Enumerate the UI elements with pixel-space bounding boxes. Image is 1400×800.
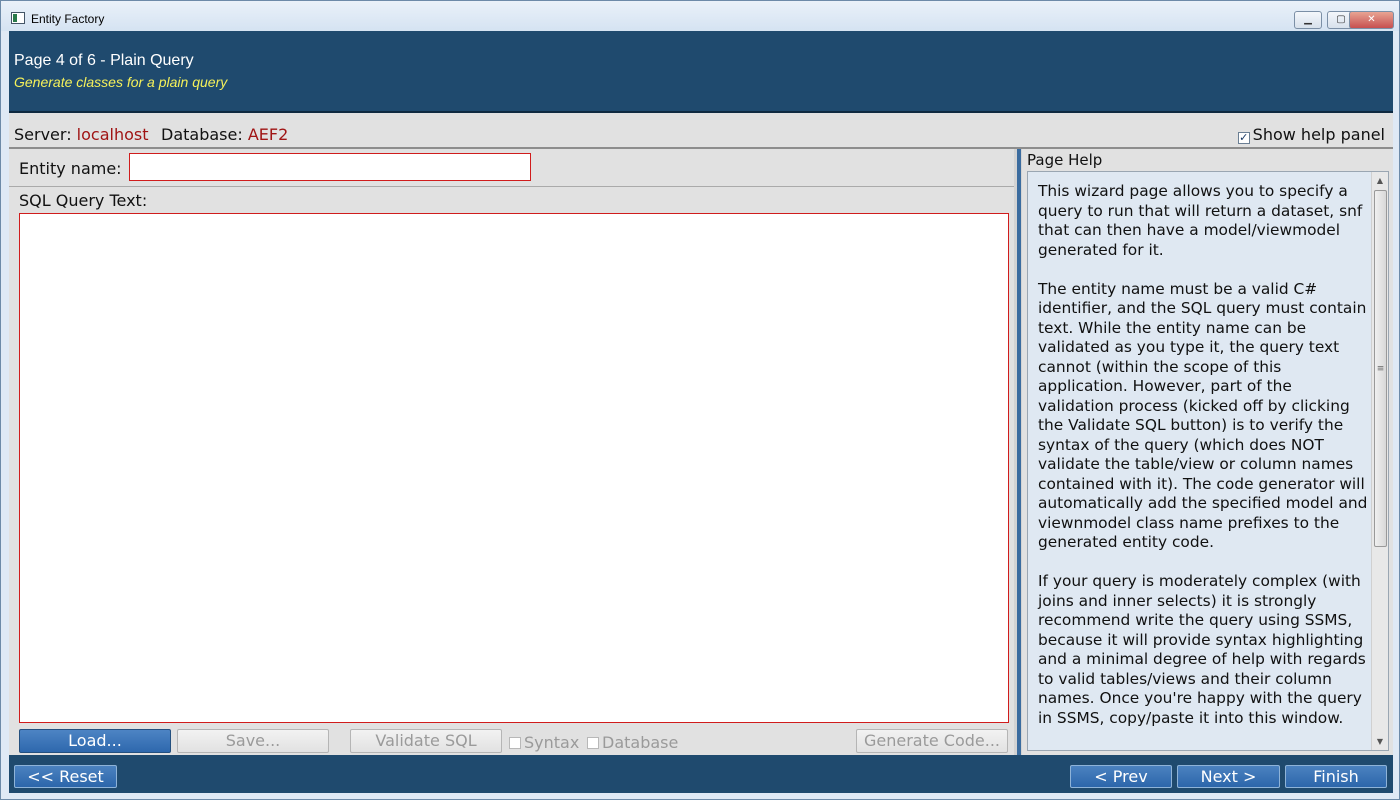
wizard-footer: << Reset < Prev Next > Finish xyxy=(9,755,1393,793)
server-info: Server: localhost xyxy=(14,125,149,144)
page-subtitle: Generate classes for a plain query xyxy=(14,74,228,90)
help-text-box[interactable]: This wizard page allows you to specify a… xyxy=(1027,171,1389,751)
panel-splitter[interactable] xyxy=(1014,149,1022,755)
page-header: Page 4 of 6 - Plain Query Generate class… xyxy=(9,31,1393,113)
app-window: Entity Factory ▁ ▢ ✕ Page 4 of 6 - Plain… xyxy=(0,0,1400,800)
divider xyxy=(9,186,1014,187)
validate-sql-button[interactable]: Validate SQL xyxy=(350,729,502,753)
syntax-label: Syntax xyxy=(524,733,580,752)
entity-name-label: Entity name: xyxy=(19,159,122,178)
finish-button[interactable]: Finish xyxy=(1285,765,1387,788)
minimize-button[interactable]: ▁ xyxy=(1294,11,1322,29)
help-scrollbar[interactable]: ▲ ≡ ▼ xyxy=(1371,172,1388,750)
save-button[interactable]: Save... xyxy=(177,729,329,753)
database-value: AEF2 xyxy=(247,125,289,144)
database-info: Database: AEF2 xyxy=(161,125,288,144)
window-title: Entity Factory xyxy=(31,12,105,26)
page-title: Page 4 of 6 - Plain Query xyxy=(14,52,194,69)
server-value: localhost xyxy=(76,125,149,144)
scroll-down-arrow-icon[interactable]: ▼ xyxy=(1372,733,1388,750)
database-check[interactable]: Database xyxy=(587,733,678,752)
sql-query-label: SQL Query Text: xyxy=(19,191,148,210)
scroll-up-arrow-icon[interactable]: ▲ xyxy=(1372,172,1388,189)
help-text: This wizard page allows you to specify a… xyxy=(1038,182,1370,748)
prev-button[interactable]: < Prev xyxy=(1070,765,1172,788)
help-paragraph: This wizard page allows you to specify a… xyxy=(1038,182,1363,259)
syntax-checkbox[interactable] xyxy=(509,737,521,749)
app-icon xyxy=(11,12,25,24)
connection-info-bar: Server: localhost Database: AEF2 ✓ Show h… xyxy=(9,115,1393,147)
help-paragraph: The entity name must be a valid C# ident… xyxy=(1038,279,1368,552)
show-help-toggle[interactable]: ✓ Show help panel xyxy=(1237,125,1385,144)
title-bar[interactable]: Entity Factory ▁ ▢ ✕ xyxy=(1,1,1399,31)
entity-name-input[interactable] xyxy=(129,153,531,181)
next-button[interactable]: Next > xyxy=(1177,765,1280,788)
generate-code-button[interactable]: Generate Code... xyxy=(856,729,1008,753)
help-panel: Page Help This wizard page allows you to… xyxy=(1022,149,1393,755)
help-panel-title: Page Help xyxy=(1027,151,1103,169)
database-label: Database: xyxy=(161,125,243,144)
show-help-checkbox[interactable]: ✓ xyxy=(1237,132,1250,144)
load-button[interactable]: Load... xyxy=(19,729,171,753)
sql-query-textarea[interactable] xyxy=(19,213,1009,723)
server-label: Server: xyxy=(14,125,72,144)
database-checkbox[interactable] xyxy=(587,737,599,749)
show-help-label: Show help panel xyxy=(1252,125,1385,144)
help-paragraph: If your query is moderately complex (wit… xyxy=(1038,572,1366,727)
client-area: Page 4 of 6 - Plain Query Generate class… xyxy=(9,31,1393,793)
syntax-check[interactable]: Syntax xyxy=(509,733,579,752)
database-check-label: Database xyxy=(602,733,679,752)
query-panel: Entity name: SQL Query Text: xyxy=(9,149,1014,755)
reset-button[interactable]: << Reset xyxy=(14,765,117,788)
scroll-thumb[interactable]: ≡ xyxy=(1374,190,1387,547)
close-button[interactable]: ✕ xyxy=(1349,11,1394,29)
